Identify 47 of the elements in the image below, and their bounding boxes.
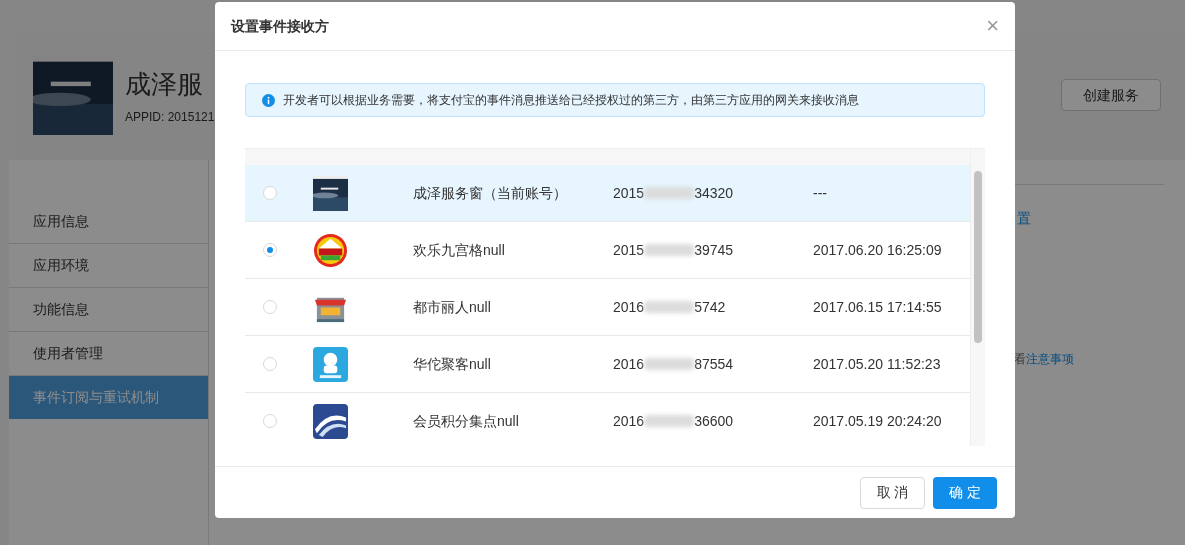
dialog-title: 设置事件接收方 [231, 16, 329, 36]
app-name: 会员积分集点null [413, 411, 520, 431]
blurred-digits [644, 415, 695, 427]
app-id-end: 5742 [694, 297, 726, 317]
radio-button[interactable] [263, 357, 277, 371]
app-id-end: 39745 [694, 240, 734, 260]
create-service-button[interactable]: 创建服务 [1061, 79, 1161, 111]
auth-date: 2017.06.15 17:14:55 [813, 297, 942, 317]
app-id-start: 2015 [613, 240, 645, 260]
app-name: 欢乐九宫格null [413, 240, 506, 260]
sidebar-item[interactable]: 应用信息 [9, 200, 208, 244]
table-row[interactable]: 成泽服务窗（当前账号） 2015 34320 --- [245, 165, 970, 222]
app-id-start: 2016 [613, 354, 645, 374]
auth-date: 2017.05.19 20:24:20 [813, 411, 942, 431]
radio-button[interactable] [263, 243, 277, 257]
config-link[interactable]: 置 [1017, 208, 1031, 229]
app-title: 成泽服 [125, 67, 204, 101]
app-id-end: 34320 [694, 183, 734, 203]
app-id: APPID: 2015121 [125, 108, 215, 126]
app-id-end: 36600 [694, 411, 734, 431]
blurred-digits [644, 187, 695, 199]
sidebar-item[interactable]: 功能信息 [9, 288, 208, 332]
radio-button[interactable] [263, 186, 277, 200]
close-button[interactable]: × [986, 15, 999, 37]
app-id-start: 2015 [613, 183, 645, 203]
confirm-button[interactable]: 确 定 [933, 476, 997, 509]
blurred-digits [644, 244, 695, 256]
sidebar-item[interactable]: 应用环境 [9, 244, 208, 288]
info-text: 开发者可以根据业务需要，将支付宝的事件消息推送给已经授权过的第三方，由第三方应用的网关来接收消息 [283, 92, 859, 109]
app-name: 都市丽人null [413, 297, 492, 317]
app-name: 华佗聚客null [413, 354, 492, 374]
radio-button[interactable] [263, 300, 277, 314]
auth-date: 2017.05.20 11:52:23 [813, 354, 941, 374]
app-id-start: 2016 [613, 297, 645, 317]
app-name: 成泽服务窗（当前账号） [413, 183, 568, 203]
radio-button[interactable] [263, 414, 277, 428]
app-id-start: 2016 [613, 411, 645, 431]
auth-date: 2017.06.20 16:25:09 [813, 240, 942, 260]
note-text: 看 [1014, 351, 1026, 368]
info-icon [262, 93, 275, 107]
blurred-digits [644, 301, 695, 313]
blurred-digits [644, 358, 695, 370]
auth-date: --- [813, 183, 827, 203]
scrollbar[interactable] [970, 149, 985, 446]
cancel-button[interactable]: 取 消 [860, 476, 925, 509]
app-id-end: 87554 [694, 354, 734, 374]
notes-link[interactable]: 注意事项 [1026, 350, 1074, 368]
